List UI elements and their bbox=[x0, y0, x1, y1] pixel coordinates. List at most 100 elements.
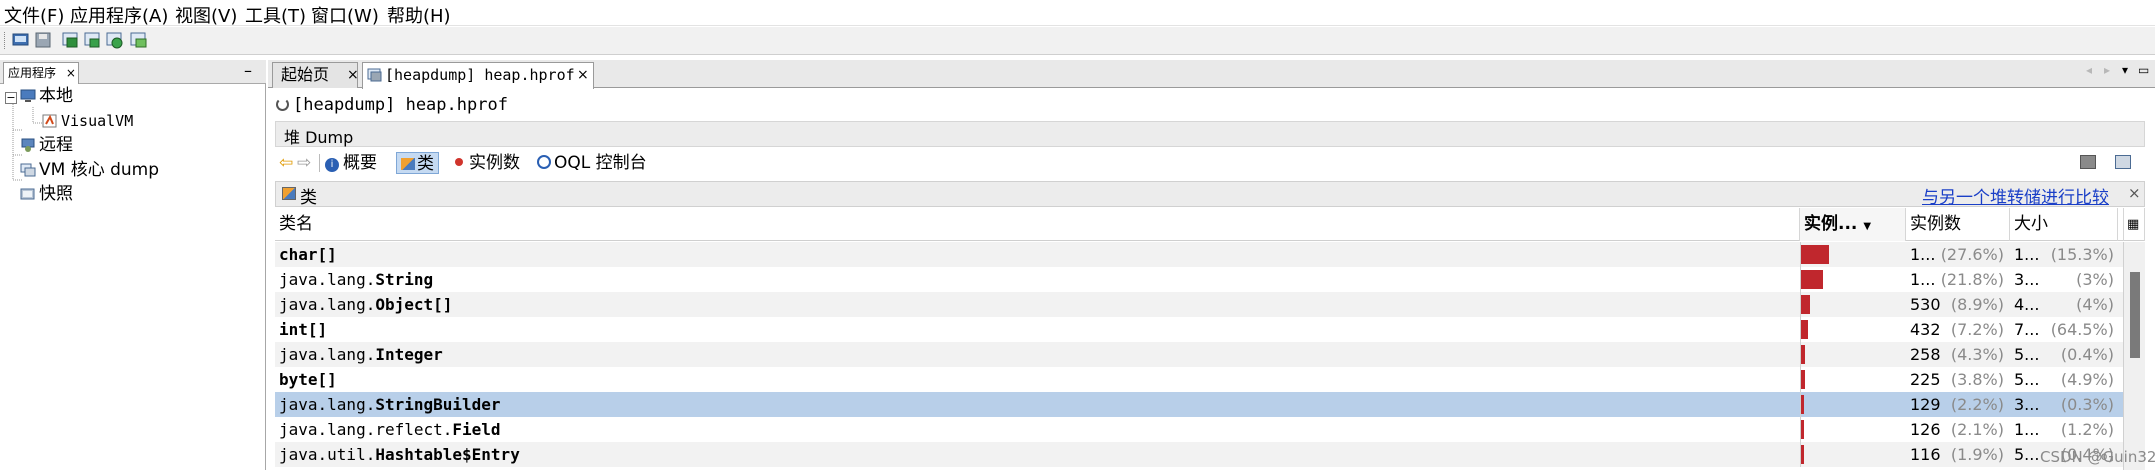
view-classes[interactable]: 类 bbox=[396, 152, 439, 174]
sort-descending-icon: ▼ bbox=[1863, 221, 1872, 232]
scroll-tabs-left-icon[interactable]: ◂ bbox=[2086, 63, 2092, 77]
instances-count: 530 bbox=[1910, 295, 1941, 314]
menu-window[interactable]: 窗口(W) bbox=[311, 2, 379, 28]
menu-help[interactable]: 帮助(H) bbox=[387, 2, 451, 28]
instances-cell: 1... (27.6%) bbox=[1910, 242, 2008, 267]
core-dump-icon bbox=[20, 163, 36, 177]
toolbar-grip[interactable] bbox=[4, 32, 7, 49]
size-percent: (4%) bbox=[2076, 295, 2114, 314]
instances-bar-cell bbox=[1800, 367, 1906, 392]
close-icon[interactable]: × bbox=[2128, 184, 2141, 202]
vertical-scrollbar[interactable] bbox=[2123, 242, 2145, 470]
close-icon[interactable]: × bbox=[347, 63, 359, 87]
menu-file[interactable]: 文件(F) bbox=[4, 2, 64, 28]
maximize-icon[interactable]: ▭ bbox=[2138, 63, 2149, 77]
column-class-name[interactable]: 类名 bbox=[275, 208, 1800, 241]
instances-count: 116 bbox=[1910, 445, 1941, 464]
menu-view[interactable]: 视图(V) bbox=[175, 2, 237, 28]
instances-count: 126 bbox=[1910, 420, 1941, 439]
close-icon[interactable]: × bbox=[577, 63, 589, 87]
instances-percent: (4.3%) bbox=[1950, 345, 2004, 364]
instances-bar-cell bbox=[1800, 317, 1906, 342]
minimize-icon[interactable]: – bbox=[244, 61, 252, 80]
back-arrow-icon[interactable]: ⇦ bbox=[279, 152, 293, 174]
toolbar-separator bbox=[319, 154, 320, 172]
instances-cell: 225 (3.8%) bbox=[1910, 367, 2008, 392]
tree-item-remote[interactable]: 远程 bbox=[20, 133, 73, 157]
column-label: 实例数 bbox=[1910, 214, 1961, 234]
table-row[interactable]: int[] 432 (7.2%) 7... (64.5%) bbox=[275, 317, 2123, 342]
scrollbar-thumb[interactable] bbox=[2130, 272, 2140, 358]
scroll-tabs-right-icon[interactable]: ▸ bbox=[2104, 63, 2110, 77]
view-oql-console[interactable]: OQL 控制台 bbox=[537, 152, 647, 174]
close-icon[interactable]: × bbox=[66, 66, 76, 80]
table-row[interactable]: java.lang.String 1... (21.8%) 3... (3%) bbox=[275, 267, 2123, 292]
size-percent: (3%) bbox=[2076, 270, 2114, 289]
tab-heapdump[interactable]: [heapdump] heap.hprof × bbox=[362, 62, 594, 89]
size-value: 5... bbox=[2014, 345, 2040, 364]
tree-item-snapshots[interactable]: 快照 bbox=[20, 182, 73, 206]
size-cell: 1... (15.3%) bbox=[2014, 242, 2118, 267]
snapshot-icon[interactable] bbox=[130, 31, 148, 49]
link-icon[interactable] bbox=[2115, 155, 2131, 169]
heap-dump-icon[interactable] bbox=[62, 31, 80, 49]
classes-title: 类 bbox=[300, 188, 317, 208]
table-row[interactable]: java.lang.StringBuilder 129 (2.2%) 3... (0.3… bbox=[275, 392, 2123, 417]
table-row[interactable]: java.util.Hashtable$Entry 116 (1.9%) 5... (0… bbox=[275, 442, 2123, 467]
info-icon: i bbox=[325, 158, 339, 172]
tab-label: [heapdump] heap.hprof bbox=[385, 66, 575, 84]
size-percent: (0.3%) bbox=[2060, 395, 2114, 414]
compare-heap-link[interactable]: 与另一个堆转储进行比较 bbox=[1922, 183, 2109, 208]
class-name-cell: int[] bbox=[279, 317, 1794, 342]
tree-item-label: 快照 bbox=[39, 184, 73, 204]
tab-applications-label: 应用程序 bbox=[8, 66, 57, 80]
view-summary[interactable]: i 概要 bbox=[325, 152, 377, 174]
instances-count: 1... bbox=[1910, 270, 1936, 289]
column-size[interactable]: 大小 bbox=[2010, 208, 2118, 241]
view-instances[interactable]: 实例数 bbox=[455, 152, 520, 174]
menu-tools[interactable]: 工具(T) bbox=[245, 2, 306, 28]
instances-bar-cell bbox=[1800, 392, 1906, 417]
class-name: char[] bbox=[279, 245, 337, 264]
thread-dump-icon[interactable] bbox=[84, 31, 102, 49]
visualvm-icon bbox=[42, 114, 57, 128]
class-name: Field bbox=[452, 420, 501, 439]
instances-cell: 116 (1.9%) bbox=[1910, 442, 2008, 467]
instances-bar bbox=[1801, 320, 1808, 339]
package-name: java.lang. bbox=[279, 395, 376, 414]
tab-applications[interactable]: 应用程序 × bbox=[3, 62, 79, 84]
table-row[interactable]: java.lang.Object[] 530 (8.9%) 4... (4%) bbox=[275, 292, 2123, 317]
size-percent: (15.3%) bbox=[2050, 245, 2114, 264]
instances-percent: (3.8%) bbox=[1950, 370, 2004, 389]
column-instances[interactable]: 实例数 bbox=[1906, 208, 2010, 241]
size-value: 7... bbox=[2014, 320, 2040, 339]
table-row[interactable]: java.lang.reflect.Field 126 (2.1%) 1... (1.2… bbox=[275, 417, 2123, 442]
menu-application[interactable]: 应用程序(A) bbox=[70, 2, 168, 28]
instances-cell: 530 (8.9%) bbox=[1910, 292, 2008, 317]
class-name: StringBuilder bbox=[375, 395, 501, 414]
table-row[interactable]: byte[] 225 (3.8%) 5... (4.9%) bbox=[275, 367, 2123, 392]
class-name-cell: java.lang.String bbox=[279, 267, 1794, 292]
tree-item-visualvm[interactable]: VisualVM bbox=[42, 109, 133, 133]
new-application-icon[interactable] bbox=[12, 31, 30, 49]
view-label: 类 bbox=[417, 154, 434, 174]
save-view-icon[interactable] bbox=[2080, 155, 2096, 169]
tree-item-core-dump[interactable]: VM 核心 dump bbox=[20, 158, 159, 182]
forward-arrow-icon[interactable]: ⇨ bbox=[297, 152, 311, 174]
tree-item-local[interactable]: 本地 bbox=[20, 84, 73, 108]
table-row[interactable]: java.lang.Integer 258 (4.3%) 5... (0.4%) bbox=[275, 342, 2123, 367]
tab-start-page[interactable]: 起始页 × bbox=[272, 62, 359, 88]
table-row[interactable]: char[] 1... (27.6%) 1... (15.3%) bbox=[275, 242, 2123, 267]
instances-count: 1... bbox=[1910, 245, 1936, 264]
instances-bar bbox=[1801, 370, 1805, 389]
column-picker-icon[interactable]: ▦ bbox=[2123, 208, 2145, 241]
size-cell: 3... (3%) bbox=[2014, 267, 2118, 292]
column-instances-bar[interactable]: 实例... ▼ bbox=[1800, 208, 1906, 241]
profile-icon[interactable] bbox=[106, 31, 124, 49]
size-percent: (0.4%) bbox=[2060, 345, 2114, 364]
heap-dump-icon bbox=[367, 68, 382, 82]
save-snapshot-icon[interactable] bbox=[34, 31, 52, 49]
tab-list-icon[interactable]: ▾ bbox=[2122, 63, 2128, 77]
collapse-toggle[interactable]: − bbox=[5, 92, 17, 104]
view-label: 概要 bbox=[343, 153, 377, 173]
